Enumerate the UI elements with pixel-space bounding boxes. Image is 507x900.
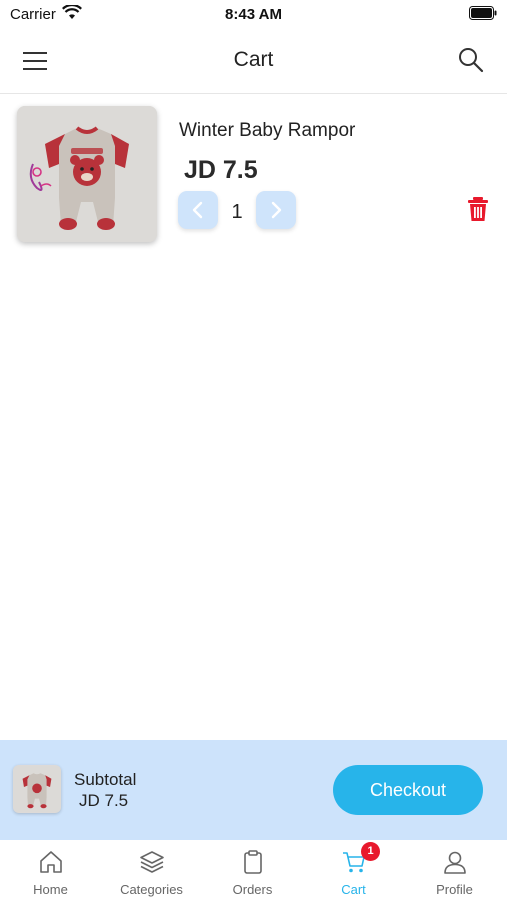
decrease-quantity-button[interactable]: [178, 191, 218, 229]
page-title: Cart: [233, 48, 274, 71]
cart-item: Winter Baby Rampor JD 7.5 1: [0, 100, 507, 250]
status-time: 8:43 AM: [225, 6, 282, 23]
chevron-right-icon: [271, 201, 282, 219]
tab-home[interactable]: Home: [0, 840, 101, 900]
trash-icon: [468, 197, 488, 221]
tab-bar: Home Categories Orders 1 Cart Profile: [0, 840, 507, 900]
delete-item-button[interactable]: [462, 193, 494, 225]
tab-categories-label: Categories: [120, 882, 183, 897]
subtotal-product-thumbnail: [13, 765, 61, 813]
tab-profile-label: Profile: [436, 882, 473, 897]
tab-categories[interactable]: Categories: [101, 840, 202, 900]
subtotal-bar: Subtotal JD 7.5 Checkout: [0, 740, 507, 840]
nav-bar: Cart: [0, 34, 507, 94]
status-bar: Carrier 8:43 AM: [0, 0, 507, 28]
user-icon: [443, 851, 466, 874]
tab-cart[interactable]: 1 Cart: [303, 840, 404, 900]
tab-profile[interactable]: Profile: [404, 840, 505, 900]
checkout-button[interactable]: Checkout: [333, 765, 483, 815]
increase-quantity-button[interactable]: [256, 191, 296, 229]
chevron-left-icon: [192, 201, 203, 219]
tab-orders-label: Orders: [232, 882, 273, 897]
tab-cart-label: Cart: [341, 882, 366, 897]
quantity-value: 1: [231, 201, 243, 223]
search-icon[interactable]: [457, 46, 485, 74]
home-icon: [39, 851, 62, 873]
tab-orders[interactable]: Orders: [202, 840, 303, 900]
product-image[interactable]: [17, 106, 157, 242]
battery-icon: [469, 6, 497, 20]
cart-badge: 1: [361, 842, 380, 861]
baby-romper-image: [17, 106, 157, 242]
clipboard-icon: [243, 850, 262, 874]
product-price: JD 7.5: [184, 156, 258, 184]
product-name: Winter Baby Rampor: [179, 120, 356, 141]
tab-home-label: Home: [33, 882, 68, 897]
baby-romper-image: [13, 765, 61, 813]
subtotal-label: Subtotal: [74, 770, 137, 789]
layers-icon: [139, 851, 164, 873]
subtotal-value: JD 7.5: [79, 791, 129, 810]
